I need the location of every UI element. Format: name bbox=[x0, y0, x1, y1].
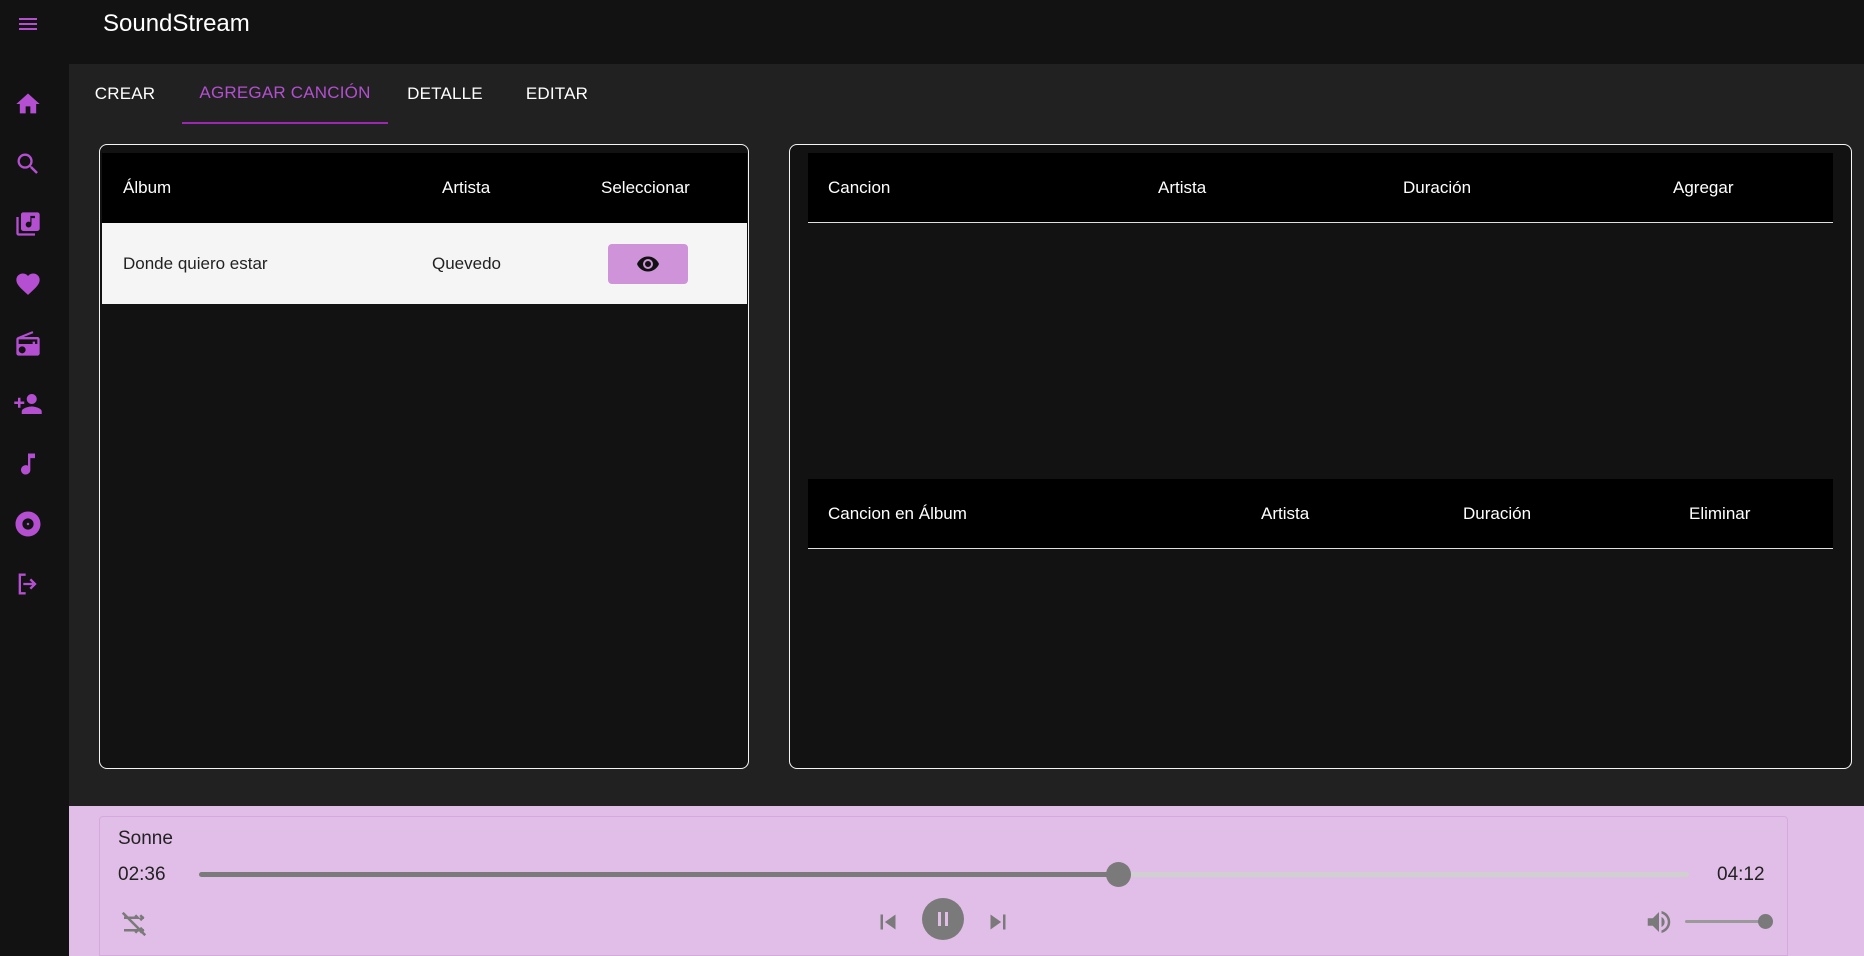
volume-up-icon bbox=[1647, 911, 1671, 933]
sidebar-item-library[interactable] bbox=[10, 206, 46, 242]
albums-panel: Álbum Artista Seleccionar Donde quiero e… bbox=[99, 144, 749, 769]
eye-icon bbox=[637, 256, 659, 272]
music-note-icon bbox=[21, 453, 35, 475]
albums-table-header: Álbum Artista Seleccionar bbox=[102, 153, 747, 223]
volume-button[interactable] bbox=[1641, 904, 1677, 940]
skip-next-icon bbox=[990, 914, 1006, 930]
next-button[interactable] bbox=[980, 904, 1016, 940]
library-music-icon bbox=[16, 212, 40, 236]
column-seleccionar: Seleccionar bbox=[601, 178, 690, 197]
songs-table-header: Cancion Artista Duración Agregar bbox=[808, 153, 1833, 223]
sidebar-item-favorites[interactable] bbox=[10, 266, 46, 302]
now-playing-title: Sonne bbox=[118, 828, 173, 849]
sidebar-item-songs[interactable] bbox=[10, 446, 46, 482]
add-person-icon bbox=[14, 394, 42, 414]
column-album: Álbum bbox=[123, 178, 172, 197]
column-artista: Artista bbox=[1261, 503, 1310, 523]
songs-panel: Cancion Artista Duración Agregar Cancion… bbox=[789, 144, 1852, 769]
sidebar-item-home[interactable] bbox=[10, 86, 46, 122]
column-cancion-en-album: Cancion en Álbum bbox=[828, 503, 967, 523]
column-agregar: Agregar bbox=[1673, 177, 1734, 197]
select-album-button[interactable] bbox=[608, 244, 688, 284]
column-cancion: Cancion bbox=[828, 177, 891, 197]
pause-icon bbox=[938, 912, 948, 926]
album-name: Donde quiero estar bbox=[123, 253, 268, 273]
column-artista: Artista bbox=[442, 178, 491, 197]
tab-detalle[interactable]: DETALLE bbox=[389, 64, 501, 124]
column-eliminar: Eliminar bbox=[1689, 503, 1751, 523]
radio-icon bbox=[16, 331, 40, 356]
app-title: SoundStream bbox=[103, 10, 250, 37]
progress-slider[interactable] bbox=[199, 862, 1689, 887]
volume-slider[interactable] bbox=[1685, 914, 1773, 929]
progress-fill bbox=[199, 872, 1119, 877]
column-duracion: Duración bbox=[1403, 177, 1472, 197]
table-row: Donde quiero estar Quevedo bbox=[102, 223, 747, 304]
sidebar-item-add-artist[interactable] bbox=[10, 386, 46, 422]
heart-icon bbox=[16, 273, 40, 295]
search-icon bbox=[17, 153, 38, 174]
app-bar: SoundStream bbox=[0, 0, 1864, 64]
shuffle-button[interactable] bbox=[116, 906, 152, 942]
menu-button[interactable] bbox=[12, 8, 44, 40]
menu-icon bbox=[19, 18, 37, 30]
sidebar-item-radio[interactable] bbox=[10, 326, 46, 362]
sidebar-item-search[interactable] bbox=[10, 146, 46, 182]
elapsed-time: 02:36 bbox=[118, 864, 166, 885]
column-artista: Artista bbox=[1158, 177, 1207, 197]
pause-button[interactable] bbox=[922, 898, 964, 940]
sidebar bbox=[0, 64, 69, 956]
tab-agregar-cancion[interactable]: AGREGAR CANCIÓN bbox=[182, 64, 388, 124]
total-time: 04:12 bbox=[1717, 864, 1765, 885]
volume-thumb[interactable] bbox=[1757, 914, 1773, 929]
album-artist: Quevedo bbox=[432, 253, 501, 273]
home-icon bbox=[16, 93, 40, 114]
column-duracion: Duración bbox=[1463, 503, 1532, 523]
shuffle-off-icon bbox=[121, 911, 147, 937]
skip-previous-icon bbox=[880, 914, 896, 930]
tab-crear[interactable]: CREAR bbox=[69, 64, 181, 124]
logout-icon bbox=[18, 573, 37, 595]
sidebar-item-logout[interactable] bbox=[10, 566, 46, 602]
previous-button[interactable] bbox=[870, 904, 906, 940]
album-songs-table-header: Cancion en Álbum Artista Duración Elimin… bbox=[808, 479, 1833, 549]
sidebar-item-albums[interactable] bbox=[10, 506, 46, 542]
tab-editar[interactable]: EDITAR bbox=[501, 64, 613, 124]
album-icon bbox=[15, 511, 41, 537]
